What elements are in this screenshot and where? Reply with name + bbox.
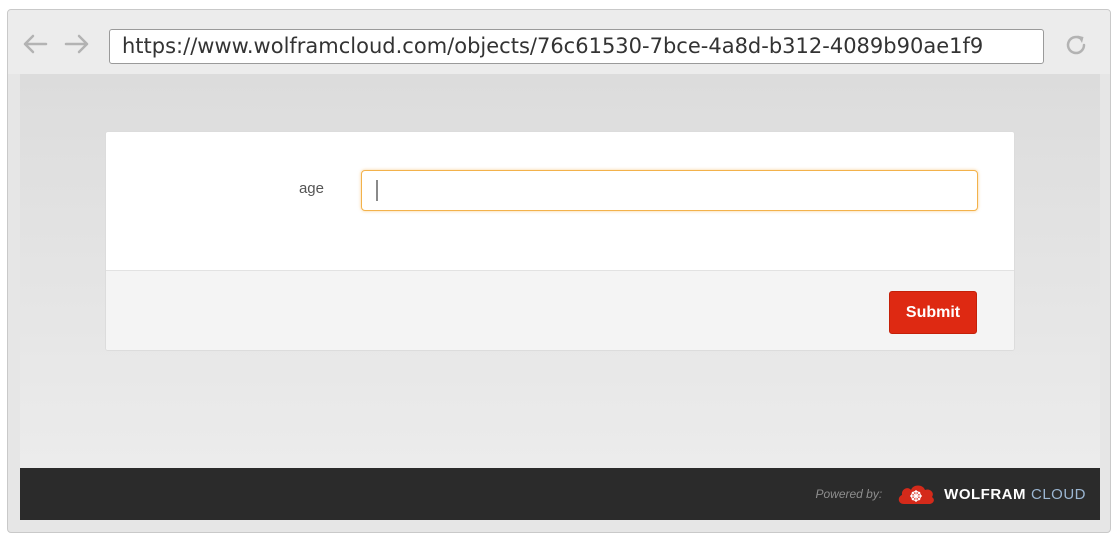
- browser-window: https://www.wolframcloud.com/objects/76c…: [7, 9, 1111, 533]
- age-label: age: [298, 180, 324, 197]
- age-input[interactable]: [361, 170, 978, 211]
- wolfram-cloud-logo-icon: [896, 482, 936, 506]
- back-button[interactable]: [20, 30, 48, 58]
- page-viewport: age Submit: [20, 74, 1100, 468]
- arrow-left-icon: [23, 34, 48, 54]
- powered-by-label: Powered by:: [815, 487, 883, 501]
- forward-button[interactable]: [64, 30, 92, 58]
- reload-button[interactable]: [1061, 30, 1091, 60]
- form-actions: Submit: [106, 270, 1014, 350]
- wolfram-footer: Powered by: WOLFRAM CLOUD: [20, 468, 1100, 520]
- browser-toolbar: https://www.wolframcloud.com/objects/76c…: [8, 10, 1110, 74]
- form-card: age Submit: [105, 131, 1015, 351]
- brand-cloud: CLOUD: [1030, 485, 1086, 503]
- submit-button[interactable]: Submit: [889, 291, 977, 334]
- text-caret: [376, 180, 378, 201]
- address-bar[interactable]: https://www.wolframcloud.com/objects/76c…: [109, 29, 1044, 64]
- arrow-right-icon: [64, 34, 89, 54]
- brand-wolfram: WOLFRAM: [944, 485, 1026, 503]
- reload-icon: [1066, 35, 1086, 55]
